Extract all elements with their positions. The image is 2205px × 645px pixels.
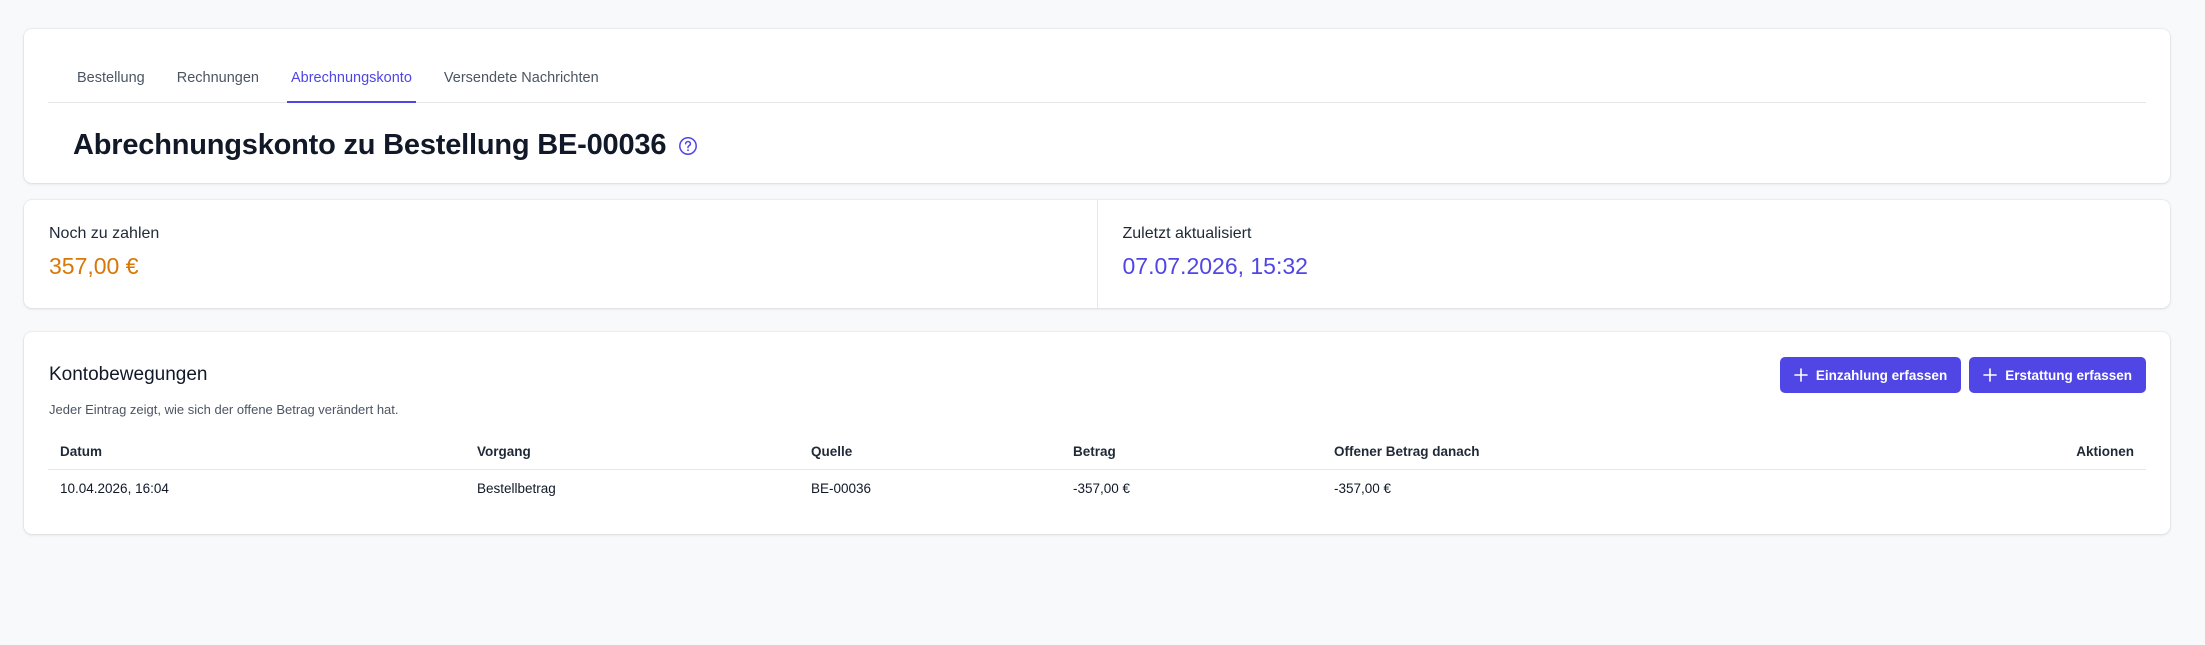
tab-rechnungen[interactable]: Rechnungen: [177, 70, 259, 102]
cell-amount: -357,00 €: [1073, 480, 1131, 496]
stat-updated-label: Zuletzt aktualisiert: [1122, 225, 1252, 242]
add-refund-label: Erstattung erfassen: [2005, 367, 2132, 383]
stat-due: Noch zu zahlen 357,00 €: [24, 200, 1097, 308]
tab-abrechnungskonto[interactable]: Abrechnungskonto: [286, 70, 416, 103]
column-header-vorgang[interactable]: Vorgang: [465, 436, 799, 470]
column-header-aktionen: Aktionen: [1822, 436, 2146, 470]
tab-bar: Bestellung Rechnungen Abrechnungskonto V…: [48, 29, 2146, 103]
column-header-offener-betrag[interactable]: Offener Betrag danach: [1322, 436, 1822, 470]
cell-process: Bestellbetrag: [477, 480, 556, 496]
table-row: 10.04.2026, 16:04 Bestellbetrag BE-00036…: [48, 469, 2146, 507]
column-header-quelle[interactable]: Quelle: [799, 436, 1061, 470]
transactions-actions: Einzahlung erfassen Erstattung erfassen: [1779, 357, 2146, 393]
cell-source: BE-00036: [811, 480, 872, 496]
add-deposit-label: Einzahlung erfassen: [1815, 367, 1948, 383]
stat-due-label: Noch zu zahlen: [49, 225, 160, 242]
transactions-card: Kontobewegungen Jeder Eintrag zeigt, wie…: [24, 332, 2170, 534]
column-header-betrag[interactable]: Betrag: [1061, 436, 1322, 470]
transactions-table: Datum Vorgang Quelle Betrag Offener Betr…: [48, 436, 2146, 507]
add-refund-button[interactable]: Erstattung erfassen: [1969, 357, 2146, 393]
plus-icon: [1794, 368, 1808, 382]
cell-actions: [1822, 469, 2146, 507]
stat-updated-value: 07.07.2026, 15:32: [1122, 253, 1308, 279]
transactions-title: Kontobewegungen: [49, 364, 208, 385]
tab-versendete-nachrichten[interactable]: Versendete Nachrichten: [444, 70, 599, 102]
stat-updated: Zuletzt aktualisiert 07.07.2026, 15:32: [1096, 200, 2171, 308]
header-card: Bestellung Rechnungen Abrechnungskonto V…: [24, 29, 2170, 183]
add-deposit-button[interactable]: Einzahlung erfassen: [1779, 357, 1962, 393]
table-header-row: Datum Vorgang Quelle Betrag Offener Betr…: [48, 436, 2146, 470]
page-title: Abrechnungskonto zu Bestellung BE-00036: [73, 129, 667, 161]
page-title-row: Abrechnungskonto zu Bestellung BE-00036: [73, 129, 698, 162]
column-header-datum[interactable]: Datum: [48, 436, 465, 470]
stat-due-value: 357,00 €: [49, 253, 139, 279]
stats-card: Noch zu zahlen 357,00 € Zuletzt aktualis…: [24, 200, 2170, 308]
plus-icon: [1983, 368, 1998, 382]
cell-open-after: -357,00 €: [1334, 480, 1392, 496]
transactions-subtitle: Jeder Eintrag zeigt, wie sich der offene…: [49, 402, 399, 417]
tab-bestellung[interactable]: Bestellung: [77, 70, 145, 102]
cell-date: 10.04.2026, 16:04: [60, 480, 169, 496]
question-circle-icon[interactable]: [678, 136, 698, 156]
